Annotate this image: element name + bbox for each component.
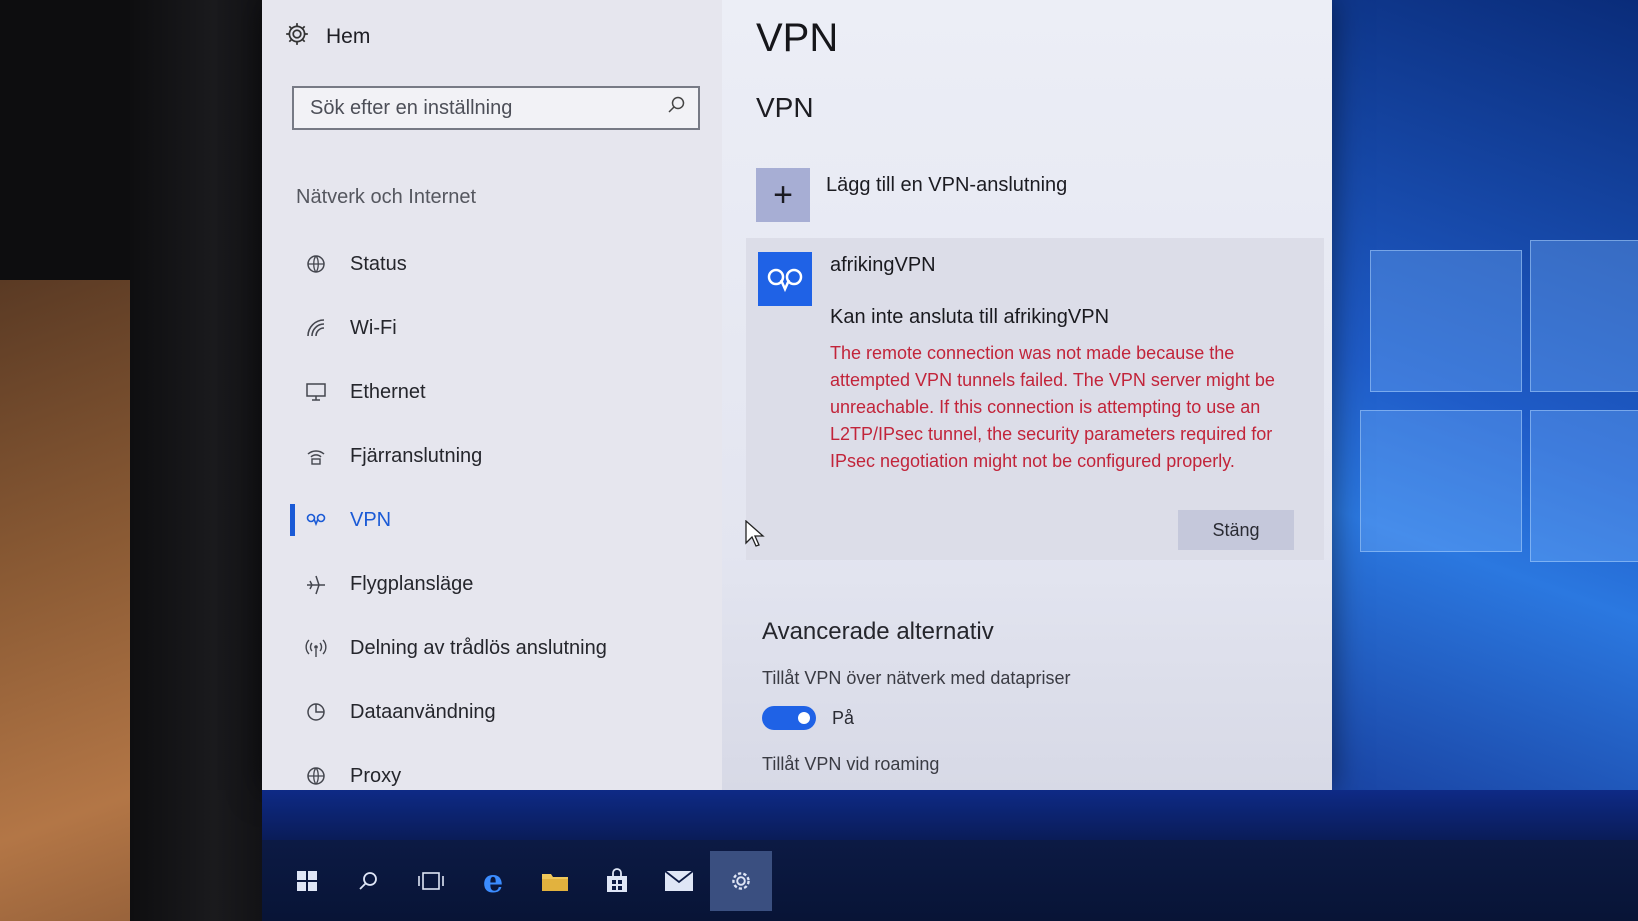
settings-search-input[interactable]: Sök efter en inställning — [292, 86, 700, 130]
mail-icon[interactable] — [648, 851, 710, 911]
wallpaper-logo-pane — [1530, 410, 1638, 562]
gear-icon — [284, 21, 310, 53]
data-usage-icon — [304, 700, 328, 724]
nav-item-label: Dataanvändning — [350, 700, 496, 723]
nav-item-hotspot[interactable]: Delning av trådlös anslutning — [298, 616, 708, 680]
dialup-icon — [304, 444, 328, 468]
vpn-error-message: The remote connection was not made becau… — [830, 340, 1310, 475]
mouse-cursor-icon — [745, 519, 765, 553]
wallpaper-logo-pane — [1370, 250, 1522, 392]
metered-toggle-switch[interactable] — [762, 706, 816, 730]
nav-item-label: Wi-Fi — [350, 316, 397, 339]
error-line: IPsec negotiation might not be configure… — [830, 451, 1235, 471]
close-button[interactable]: Stäng — [1178, 510, 1294, 550]
section-title: VPN — [756, 92, 814, 123]
nav-item-label: Fjärranslutning — [350, 444, 483, 467]
nav-item-wifi[interactable]: Wi-Fi — [298, 296, 708, 360]
file-explorer-icon[interactable] — [524, 851, 586, 911]
search-icon — [666, 95, 686, 121]
toggle-knob — [798, 712, 810, 724]
nav-item-airplane[interactable]: Flygplansläge — [298, 552, 708, 616]
error-line: The remote connection was not made becau… — [830, 343, 1235, 363]
settings-nav-pane: Hem Sök efter en inställning Nätverk och… — [262, 0, 722, 790]
plus-icon: + — [756, 168, 810, 222]
globe-status-icon — [304, 252, 328, 276]
search-icon[interactable] — [338, 851, 400, 911]
section-label: Nätverk och Internet — [296, 186, 477, 208]
wallpaper-logo-pane — [1530, 240, 1638, 392]
nav-item-ethernet[interactable]: Ethernet — [298, 360, 708, 424]
store-icon[interactable] — [586, 851, 648, 911]
home-link[interactable]: Hem — [284, 20, 370, 54]
task-view-icon[interactable] — [400, 851, 462, 911]
error-line: L2TP/IPsec tunnel, the security paramete… — [830, 424, 1273, 444]
advanced-options-title: Avancerade alternativ — [762, 618, 994, 645]
metered-network-label: Tillåt VPN över nätverk med datapriser — [762, 668, 1071, 688]
desktop-strip — [262, 790, 1638, 840]
airplane-icon — [304, 572, 328, 596]
add-vpn-label: Lägg till en VPN-anslutning — [826, 174, 1068, 196]
taskbar: e — [262, 840, 1638, 921]
nav-item-label: Status — [350, 252, 407, 275]
nav-item-label: Delning av trådlös anslutning — [350, 636, 607, 659]
monitor-bezel — [130, 0, 270, 921]
error-line: unreachable. If this connection is attem… — [830, 397, 1261, 417]
nav-item-label: Ethernet — [350, 380, 426, 403]
vpn-connection-status: Kan inte ansluta till afrikingVPN — [830, 306, 1110, 328]
windows-start-icon[interactable] — [276, 851, 338, 911]
metered-toggle-row: På — [762, 706, 854, 730]
edge-icon[interactable]: e — [462, 851, 524, 911]
settings-gear-icon[interactable] — [710, 850, 772, 911]
vpn-connection-card[interactable]: afrikingVPN Kan inte ansluta till afriki… — [746, 238, 1324, 560]
wallpaper-logo-pane — [1360, 410, 1522, 552]
home-label: Hem — [326, 25, 371, 48]
proxy-globe-icon — [304, 764, 328, 788]
desktop-wallpaper — [1330, 0, 1638, 921]
nav-item-label: Flygplansläge — [350, 572, 474, 595]
nav-item-status[interactable]: Status — [298, 232, 708, 296]
wifi-icon — [304, 316, 328, 340]
toggle-state-label: På — [832, 707, 855, 728]
nav-item-label: VPN — [350, 508, 392, 531]
settings-nav-list: Status Wi-Fi Ethernet Fjärranslutning VP… — [290, 232, 708, 808]
ethernet-icon — [304, 380, 328, 404]
page-title: VPN — [756, 16, 839, 60]
hotspot-icon — [304, 636, 328, 660]
vpn-icon — [304, 508, 328, 532]
search-placeholder: Sök efter en inställning — [310, 96, 513, 119]
nav-item-vpn[interactable]: VPN — [290, 488, 708, 552]
nav-item-label: Proxy — [350, 764, 402, 787]
nav-item-data-usage[interactable]: Dataanvändning — [298, 680, 708, 744]
nav-item-dialup[interactable]: Fjärranslutning — [298, 424, 708, 488]
vpn-connection-name: afrikingVPN — [830, 254, 936, 276]
settings-window: Hem Sök efter en inställning Nätverk och… — [262, 0, 1332, 790]
add-vpn-connection-button[interactable]: + Lägg till en VPN-anslutning — [756, 168, 1067, 222]
roaming-label: Tillåt VPN vid roaming — [762, 754, 940, 774]
error-line: attempted VPN tunnels failed. The VPN se… — [830, 370, 1275, 390]
vpn-icon — [758, 252, 812, 306]
